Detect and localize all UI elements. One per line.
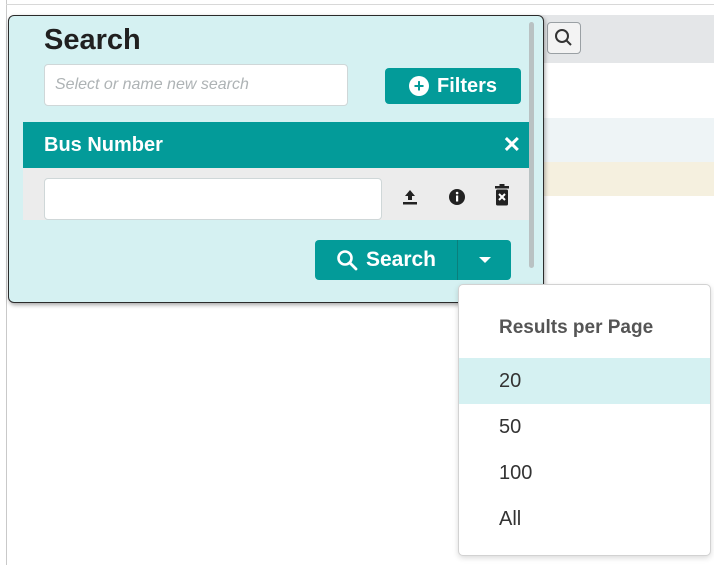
menu-header: Results per Page (499, 317, 654, 338)
filter-title: Bus Number (44, 134, 163, 156)
menu-item-100[interactable]: 100 (459, 450, 710, 496)
menu-item-20[interactable]: 20 (459, 358, 710, 404)
menu-item-all[interactable]: All (459, 496, 710, 542)
panel-scrollbar[interactable] (529, 22, 534, 268)
results-per-page-menu: Results per Page 20 50 100 All (458, 284, 711, 556)
saved-search-input[interactable] (44, 64, 348, 106)
upload-icon[interactable] (402, 188, 418, 211)
trash-icon[interactable] (494, 184, 510, 211)
panel-title: Search (44, 24, 141, 56)
filter-card-bus-number: Bus Number ✕ (23, 122, 529, 220)
menu-item-50[interactable]: 50 (459, 404, 710, 450)
background-row (540, 118, 714, 162)
search-icon (337, 250, 358, 271)
plus-circle-icon: + (408, 76, 429, 96)
search-icon (555, 29, 572, 46)
filter-header: Bus Number ✕ (23, 122, 529, 168)
close-icon[interactable]: ✕ (503, 132, 521, 158)
filters-label: Filters (436, 74, 498, 97)
search-button-label: Search (365, 248, 437, 271)
bus-number-input[interactable] (44, 178, 382, 220)
add-filters-button[interactable]: + Filters (385, 68, 521, 104)
search-button[interactable]: Search (315, 240, 457, 280)
search-panel: Search + Filters Bus Number ✕ (8, 15, 544, 303)
background-row-highlighted (540, 162, 714, 196)
caret-down-icon (478, 257, 491, 263)
page-top-divider (6, 4, 714, 5)
page-border (6, 0, 7, 565)
background-search-button[interactable] (547, 22, 581, 54)
info-icon[interactable] (448, 188, 466, 211)
results-per-page-toggle[interactable] (458, 240, 511, 280)
search-split-button: Search (315, 240, 511, 280)
